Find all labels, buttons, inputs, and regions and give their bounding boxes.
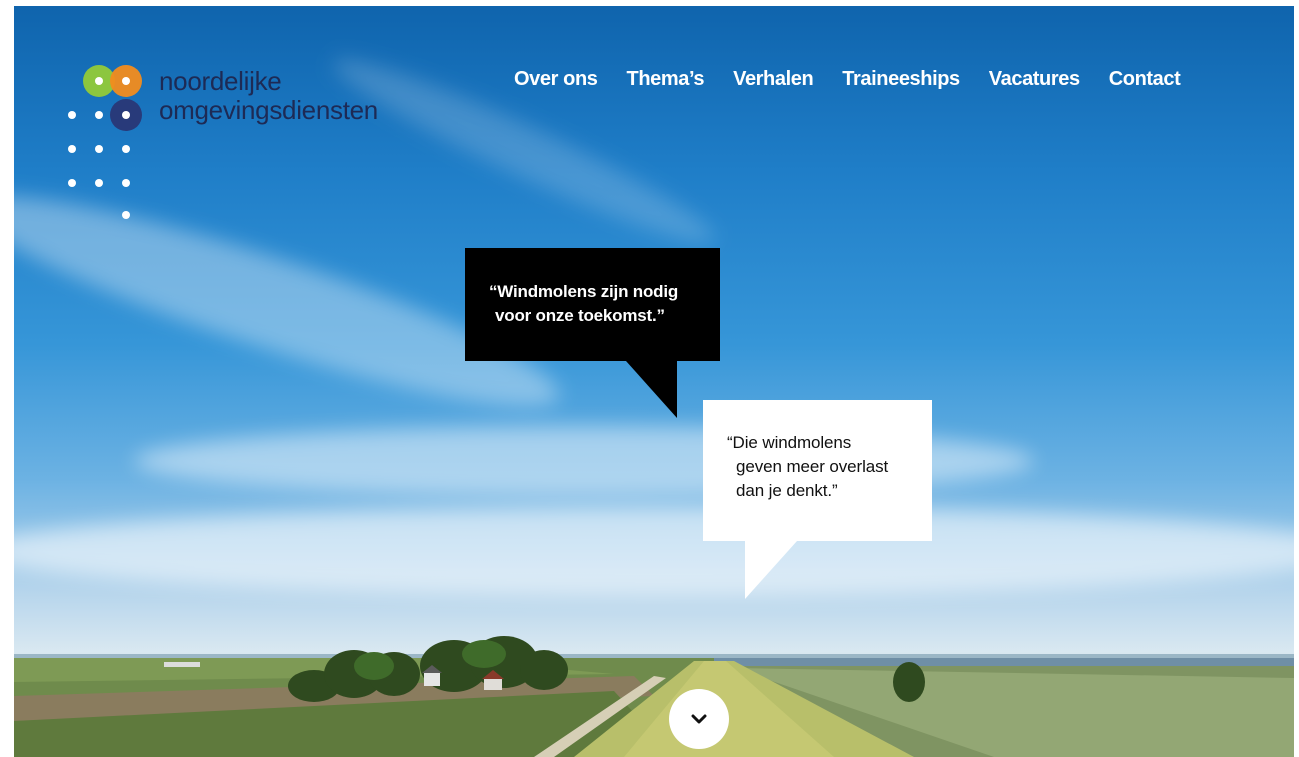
nav-contact[interactable]: Contact [1109, 68, 1181, 91]
scroll-down-button[interactable] [669, 689, 729, 749]
quote-light-line-1: “Die windmolens [727, 433, 852, 452]
brand-logo[interactable]: noordelijke omgevingsdiensten [62, 63, 402, 233]
nav-vacatures[interactable]: Vacatures [989, 68, 1080, 91]
quote-bubble-dark: “Windmolens zijn nodig voor onze toekoms… [465, 248, 720, 361]
brand-line-2: omgevingsdiensten [159, 95, 378, 125]
brand-name: noordelijke omgevingsdiensten [159, 67, 378, 125]
quote-text-dark: “Windmolens zijn nodig voor onze toekoms… [489, 280, 678, 328]
quote-bubble-light: “Die windmolens geven meer overlast dan … [703, 400, 932, 541]
nav-verhalen[interactable]: Verhalen [733, 68, 814, 91]
logo-dots-icon [68, 65, 142, 219]
hero-section: noordelijke omgevingsdiensten Over ons T… [14, 6, 1294, 757]
brand-line-1: noordelijke [159, 66, 282, 96]
quote-bubble-light-tail [745, 541, 797, 599]
quote-dark-line-2: voor onze toekomst.” [495, 306, 665, 325]
quote-text-light: “Die windmolens geven meer overlast dan … [727, 431, 888, 503]
quote-light-line-3: dan je denkt.” [736, 481, 838, 500]
nav-traineeships[interactable]: Traineeships [842, 68, 960, 91]
nav-themas[interactable]: Thema’s [627, 68, 705, 91]
nav-over-ons[interactable]: Over ons [514, 68, 598, 91]
quote-bubble-dark-tail [626, 361, 677, 418]
chevron-down-icon [691, 714, 707, 724]
quote-dark-line-1: “Windmolens zijn nodig [489, 282, 679, 301]
quote-light-line-2: geven meer overlast [736, 457, 889, 476]
main-navigation: Over ons Thema’s Verhalen Traineeships V… [514, 68, 1209, 91]
